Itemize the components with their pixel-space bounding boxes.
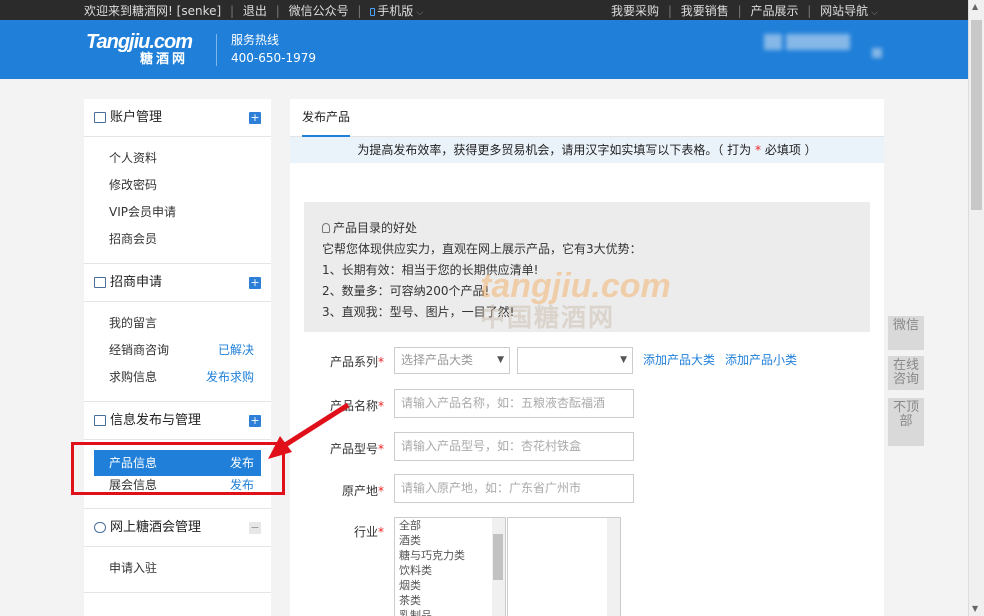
scroll-thumb[interactable] <box>971 20 982 210</box>
scroll-down-icon[interactable]: ▼ <box>972 604 978 613</box>
page-scrollbar[interactable]: ▲ ▼ <box>968 0 984 616</box>
scroll-up-icon[interactable]: ▲ <box>972 2 978 11</box>
annotation-arrow-icon <box>268 402 350 459</box>
